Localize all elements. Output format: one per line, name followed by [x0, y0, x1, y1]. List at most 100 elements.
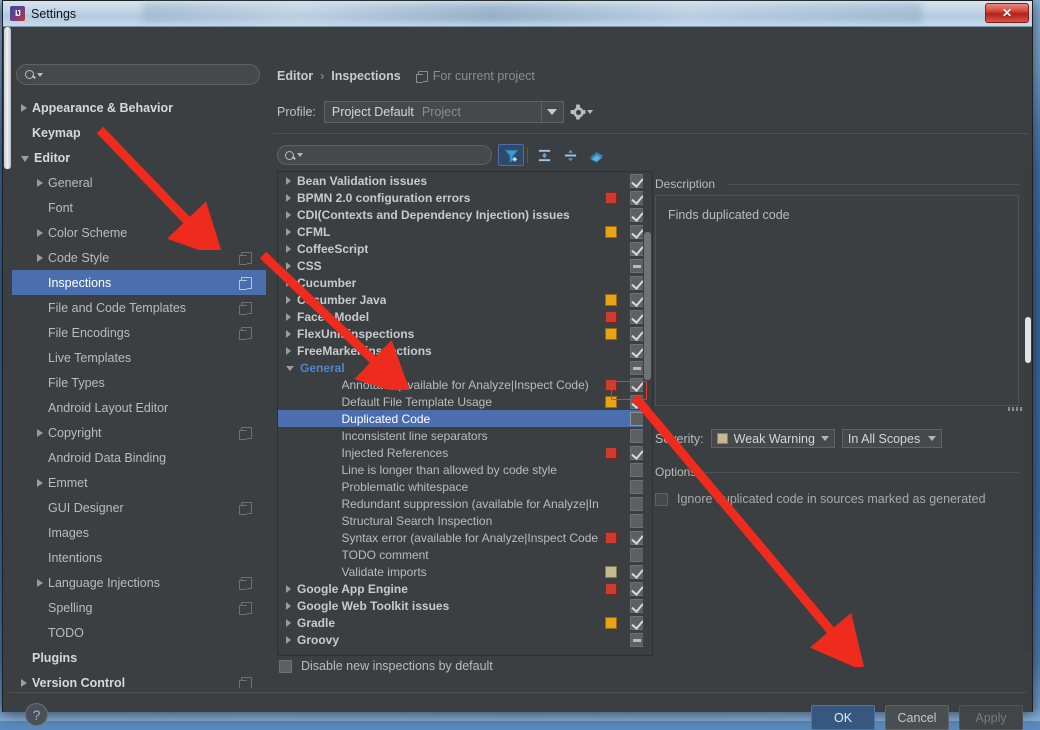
- inspection-checkbox[interactable]: [630, 395, 644, 409]
- sidebar-item-inspections[interactable]: Inspections: [11, 270, 266, 295]
- inspection-row[interactable]: CoffeeScript: [278, 240, 652, 257]
- copy-settings-icon[interactable]: [241, 277, 252, 289]
- description-scrollbar-thumb[interactable]: [1025, 317, 1031, 363]
- sidebar-item-language-injections[interactable]: Language Injections: [11, 570, 266, 595]
- chevron-right-icon[interactable]: [286, 211, 291, 219]
- copy-settings-icon[interactable]: [241, 427, 252, 439]
- chevron-right-icon[interactable]: [286, 177, 291, 185]
- inspection-checkbox[interactable]: [630, 327, 644, 341]
- chevron-right-icon[interactable]: [286, 619, 291, 627]
- sidebar-item-android-layout-editor[interactable]: Android Layout Editor: [11, 395, 266, 420]
- inspection-tree-rows[interactable]: Bean Validation issuesBPMN 2.0 configura…: [278, 172, 652, 648]
- inspection-row[interactable]: BPMN 2.0 configuration errors: [278, 189, 652, 206]
- inspection-checkbox[interactable]: [630, 582, 644, 596]
- sidebar-item-font[interactable]: Font: [11, 195, 266, 220]
- inspection-row[interactable]: Annotator (available for Analyze|Inspect…: [278, 376, 652, 393]
- copy-settings-icon[interactable]: [241, 577, 252, 589]
- inspection-checkbox[interactable]: [630, 276, 644, 290]
- help-button[interactable]: ?: [25, 703, 48, 726]
- chevron-right-icon[interactable]: [286, 228, 291, 236]
- inspection-row[interactable]: Problematic whitespace: [278, 478, 652, 495]
- description-scrollbar[interactable]: [1024, 167, 1032, 652]
- inspection-checkbox[interactable]: [630, 616, 644, 630]
- inspection-row[interactable]: Bean Validation issues: [278, 172, 652, 189]
- inspection-row[interactable]: Faces Model: [278, 308, 652, 325]
- inspection-checkbox[interactable]: [630, 361, 644, 375]
- chevron-right-icon[interactable]: [286, 245, 291, 253]
- inspection-tree-scrollbar[interactable]: [643, 172, 652, 655]
- inspection-checkbox[interactable]: [630, 242, 644, 256]
- inspection-checkbox[interactable]: [630, 633, 644, 647]
- inspection-checkbox[interactable]: [630, 446, 644, 460]
- inspection-checkbox[interactable]: [630, 497, 644, 511]
- copy-settings-icon[interactable]: [241, 677, 252, 689]
- inspection-row[interactable]: General: [278, 359, 652, 376]
- reset-to-empty-button[interactable]: [583, 144, 609, 166]
- sidebar-item-todo[interactable]: TODO: [11, 620, 266, 645]
- ok-button[interactable]: OK: [811, 705, 875, 730]
- sidebar-item-appearance-behavior[interactable]: Appearance & Behavior: [11, 95, 266, 120]
- sidebar-item-code-style[interactable]: Code Style: [11, 245, 266, 270]
- filter-button[interactable]: [498, 144, 524, 166]
- inspection-row[interactable]: CSS: [278, 257, 652, 274]
- sidebar-item-file-types[interactable]: File Types: [11, 370, 266, 395]
- chevron-right-icon[interactable]: [286, 279, 291, 287]
- copy-settings-icon[interactable]: [241, 602, 252, 614]
- chevron-right-icon[interactable]: [286, 330, 291, 338]
- copy-settings-icon[interactable]: [241, 302, 252, 314]
- profile-settings-button[interactable]: [572, 106, 593, 119]
- inspection-row[interactable]: CFML: [278, 223, 652, 240]
- inspection-checkbox[interactable]: [630, 344, 644, 358]
- ignore-generated-checkbox[interactable]: [655, 493, 668, 506]
- sidebar-scrollbar-thumb[interactable]: [4, 27, 11, 169]
- chevron-right-icon[interactable]: [286, 313, 291, 321]
- chevron-down-icon[interactable]: [286, 366, 294, 371]
- chevron-right-icon[interactable]: [37, 479, 43, 487]
- inspection-checkbox[interactable]: [630, 259, 644, 273]
- disable-new-inspections-row[interactable]: Disable new inspections by default: [279, 659, 493, 673]
- sidebar-item-live-templates[interactable]: Live Templates: [11, 345, 266, 370]
- inspection-row[interactable]: Google Web Toolkit issues: [278, 597, 652, 614]
- sidebar-item-version-control[interactable]: Version Control: [11, 670, 266, 688]
- inspection-row[interactable]: Default File Template Usage: [278, 393, 652, 410]
- chevron-right-icon[interactable]: [286, 602, 291, 610]
- option-row-ignore-generated[interactable]: Ignore duplicated code in sources marked…: [655, 492, 986, 506]
- inspection-checkbox[interactable]: [630, 412, 644, 426]
- chevron-right-icon[interactable]: [37, 579, 43, 587]
- inspection-checkbox[interactable]: [630, 429, 644, 443]
- copy-settings-icon[interactable]: [241, 502, 252, 514]
- inspection-row[interactable]: Syntax error (available for Analyze|Insp…: [278, 529, 652, 546]
- inspection-checkbox[interactable]: [630, 174, 644, 188]
- disable-new-inspections-checkbox[interactable]: [279, 660, 292, 673]
- sidebar-item-keymap[interactable]: Keymap: [11, 120, 266, 145]
- sidebar-item-file-and-code-templates[interactable]: File and Code Templates: [11, 295, 266, 320]
- inspection-checkbox[interactable]: [630, 191, 644, 205]
- scope-dropdown[interactable]: In All Scopes: [842, 429, 942, 448]
- profile-dropdown-arrow[interactable]: [541, 102, 563, 122]
- inspection-row[interactable]: Inconsistent line separators: [278, 427, 652, 444]
- inspection-row[interactable]: Google App Engine: [278, 580, 652, 597]
- sidebar-item-copyright[interactable]: Copyright: [11, 420, 266, 445]
- inspection-checkbox[interactable]: [630, 208, 644, 222]
- sidebar-item-spelling[interactable]: Spelling: [11, 595, 266, 620]
- chevron-right-icon[interactable]: [286, 585, 291, 593]
- inspection-checkbox[interactable]: [630, 599, 644, 613]
- sidebar-item-plugins[interactable]: Plugins: [11, 645, 266, 670]
- sidebar-item-android-data-binding[interactable]: Android Data Binding: [11, 445, 266, 470]
- copy-settings-icon[interactable]: [241, 327, 252, 339]
- chevron-right-icon[interactable]: [286, 194, 291, 202]
- sidebar-item-emmet[interactable]: Emmet: [11, 470, 266, 495]
- inspection-checkbox[interactable]: [630, 531, 644, 545]
- inspection-row[interactable]: Line is longer than allowed by code styl…: [278, 461, 652, 478]
- inspection-row[interactable]: Cucumber: [278, 274, 652, 291]
- sidebar-item-file-encodings[interactable]: File Encodings: [11, 320, 266, 345]
- inspection-row[interactable]: TODO comment: [278, 546, 652, 563]
- chevron-right-icon[interactable]: [286, 347, 291, 355]
- inspection-tree-scrollbar-thumb[interactable]: [644, 232, 651, 380]
- chevron-right-icon[interactable]: [37, 229, 43, 237]
- inspection-row[interactable]: FreeMarker inspections: [278, 342, 652, 359]
- inspection-checkbox[interactable]: [630, 565, 644, 579]
- sidebar-item-editor[interactable]: Editor: [11, 145, 266, 170]
- inspection-checkbox[interactable]: [630, 225, 644, 239]
- chevron-right-icon[interactable]: [37, 179, 43, 187]
